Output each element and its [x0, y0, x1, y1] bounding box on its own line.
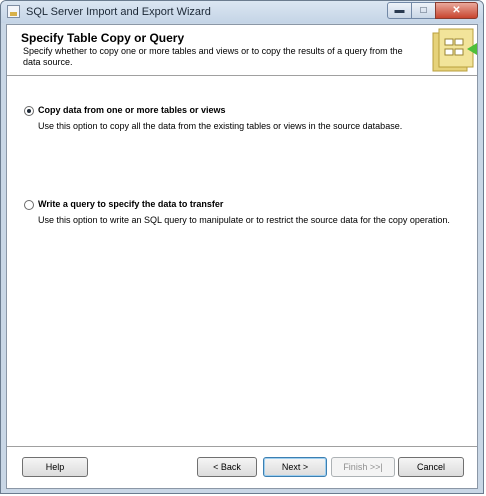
window-title: SQL Server Import and Export Wizard [26, 6, 211, 18]
maximize-button[interactable]: □ [411, 2, 436, 19]
wizard-client-area: Specify Table Copy or Query Specify whet… [6, 24, 478, 489]
copy-tables-description: Use this option to copy all the data fro… [38, 121, 403, 131]
close-button[interactable]: ✕ [435, 2, 478, 19]
wizard-header: Specify Table Copy or Query Specify whet… [7, 25, 477, 75]
wizard-window: SQL Server Import and Export Wizard ▬ □ … [0, 0, 484, 494]
maximize-icon: □ [420, 5, 427, 16]
finish-button[interactable]: Finish >>| [331, 457, 395, 477]
write-query-description: Use this option to write an SQL query to… [38, 215, 450, 225]
write-query-label[interactable]: Write a query to specify the data to tra… [38, 199, 223, 209]
minimize-button[interactable]: ▬ [387, 2, 412, 19]
window-controls: ▬ □ ✕ [387, 2, 478, 19]
help-button[interactable]: Help [22, 457, 88, 477]
copy-tables-label[interactable]: Copy data from one or more tables or vie… [38, 105, 226, 115]
app-icon [7, 5, 20, 18]
minimize-icon: ▬ [394, 5, 405, 16]
wizard-banner-icon [432, 28, 477, 72]
copy-tables-radio[interactable] [24, 106, 34, 116]
page-title: Specify Table Copy or Query [21, 31, 185, 45]
title-bar[interactable]: SQL Server Import and Export Wizard ▬ □ … [1, 1, 483, 23]
back-button[interactable]: < Back [197, 457, 257, 477]
page-description: Specify whether to copy one or more tabl… [23, 46, 403, 67]
close-icon: ✕ [452, 5, 461, 16]
footer-separator-highlight [7, 447, 477, 448]
cancel-button[interactable]: Cancel [398, 457, 464, 477]
next-button[interactable]: Next > [263, 457, 327, 477]
header-separator-highlight [7, 76, 477, 77]
write-query-radio[interactable] [24, 200, 34, 210]
